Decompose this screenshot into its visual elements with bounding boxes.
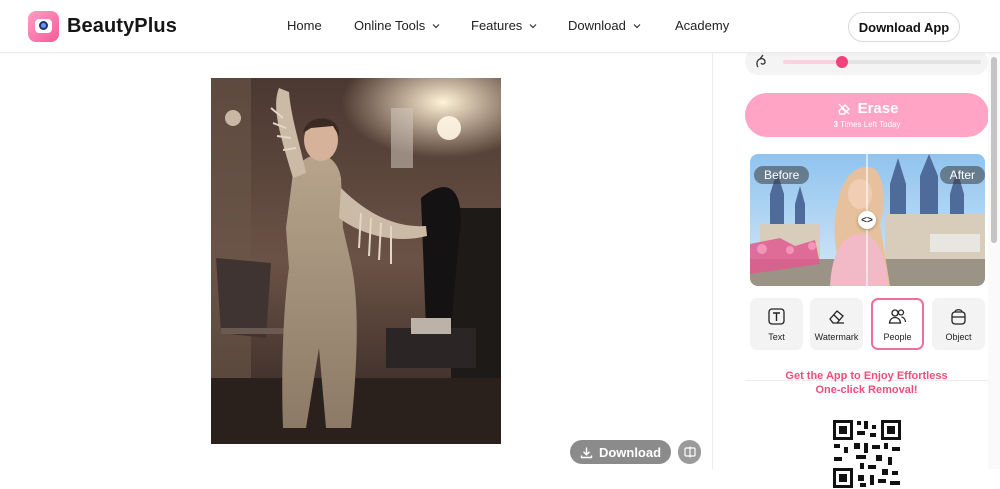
page-scrollbar[interactable]	[988, 53, 1000, 469]
nav-label: Download	[568, 18, 626, 33]
nav-item-home[interactable]: Home	[287, 18, 322, 33]
eraser-icon	[829, 309, 844, 324]
brand-name: BeautyPlus	[67, 15, 177, 37]
download-app-button[interactable]: Download App	[848, 12, 960, 42]
scrollbar-thumb[interactable]	[991, 57, 997, 243]
brush-icon	[756, 54, 766, 68]
people-icon	[888, 308, 907, 324]
erase-remaining-count: 3	[833, 120, 838, 129]
site-header: BeautyPlus Home Online Tools Features Do…	[0, 0, 1000, 53]
nav-label: Academy	[675, 18, 730, 33]
uploaded-photo[interactable]	[211, 78, 501, 444]
promo-line-1: Get the App to Enjoy Effortless	[785, 370, 948, 382]
mode-watermark[interactable]: Watermark	[810, 298, 863, 350]
download-label: Download	[598, 444, 662, 460]
text-icon	[768, 307, 785, 325]
before-label: Before	[754, 166, 810, 184]
mode-people[interactable]: People	[871, 298, 924, 350]
nav-label: Online Tools	[354, 18, 426, 33]
compare-slider-handle[interactable]: <>	[858, 211, 876, 229]
mode-label: Object	[945, 331, 972, 342]
mode-label: Watermark	[814, 331, 859, 342]
erase-remaining-suffix: Times Left Today	[840, 120, 901, 129]
chevron-down-icon	[432, 23, 440, 28]
download-button[interactable]: Download	[570, 440, 671, 464]
removal-mode-list: Text Watermark People Object	[750, 298, 986, 350]
nav-label: Features	[471, 18, 523, 33]
erase-panel: Erase 3 Times Left Today Before After <>…	[713, 49, 989, 489]
brush-size-thumb[interactable]	[836, 56, 849, 68]
nav-item-academy[interactable]: Academy	[675, 18, 729, 33]
after-label: After	[939, 166, 985, 184]
app-promo-text: Get the App to Enjoy Effortless One-clic…	[745, 369, 988, 397]
compare-icon	[683, 446, 696, 458]
erase-icon	[837, 103, 850, 115]
nav-item-online-tools[interactable]: Online Tools	[354, 18, 441, 33]
chevron-down-icon	[633, 23, 641, 28]
brand-logo[interactable]: BeautyPlus	[28, 11, 177, 42]
download-icon	[580, 447, 593, 458]
erase-label: Erase	[857, 100, 899, 117]
editor-canvas: Download	[0, 53, 712, 469]
before-after-preview[interactable]: Before After <>	[750, 154, 985, 286]
mode-object[interactable]: Object	[932, 298, 985, 350]
mode-label: People	[883, 331, 912, 342]
qr-code-icon[interactable]	[832, 419, 902, 489]
erase-button[interactable]: Erase 3 Times Left Today	[745, 93, 989, 137]
mode-text[interactable]: Text	[750, 298, 803, 350]
brush-size-fill	[783, 60, 843, 64]
nav-item-features[interactable]: Features	[471, 18, 538, 33]
mode-label: Text	[768, 331, 785, 342]
erase-remaining: 3 Times Left Today	[745, 120, 989, 129]
object-icon	[951, 308, 966, 325]
camera-logo-icon	[28, 11, 59, 42]
nav-item-download[interactable]: Download	[568, 18, 642, 33]
brush-size-slider[interactable]	[783, 56, 981, 68]
compare-button[interactable]	[678, 440, 701, 464]
promo-line-2: One-click Removal!	[815, 384, 918, 396]
chevron-down-icon	[529, 23, 537, 28]
nav-label: Home	[287, 18, 322, 33]
